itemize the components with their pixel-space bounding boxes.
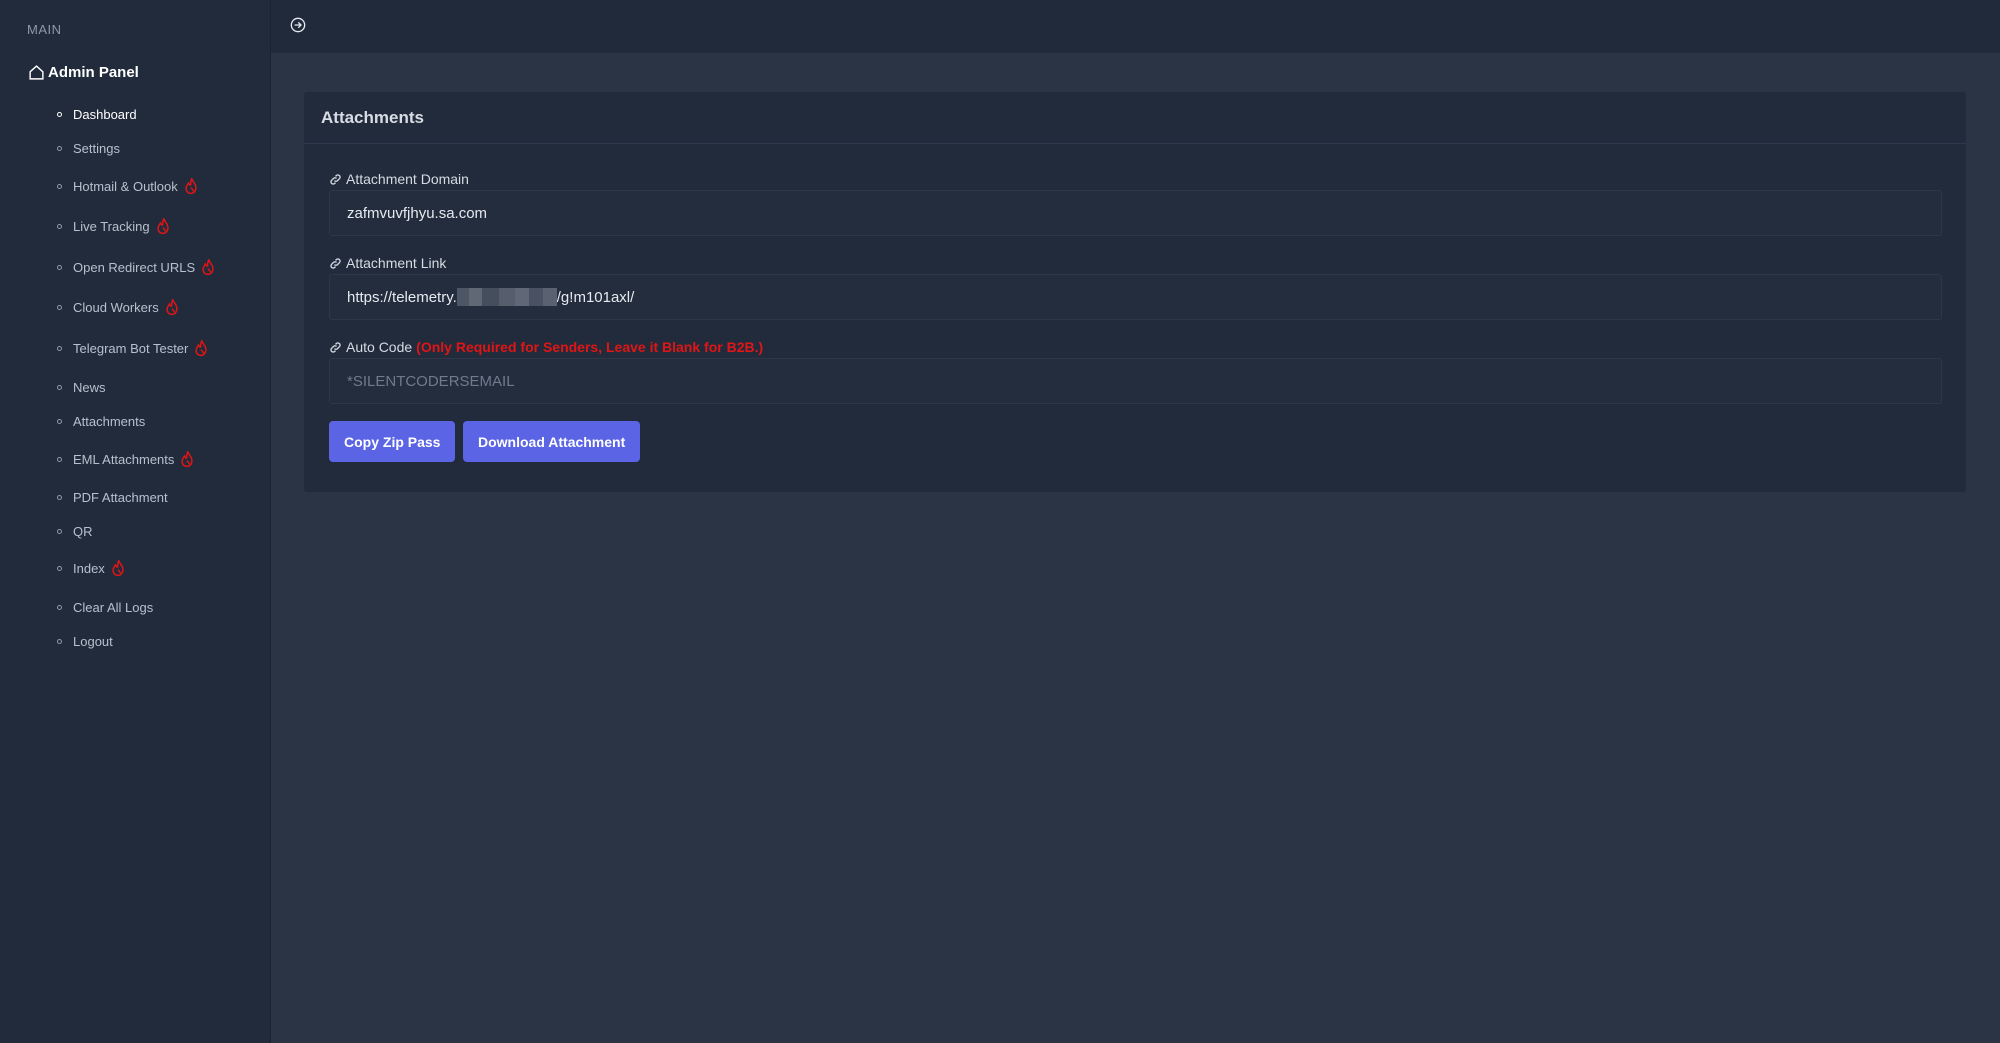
bullet-icon — [57, 304, 62, 310]
sidebar-item-label: Open Redirect URLS — [73, 259, 196, 275]
sidebar-item-index[interactable]: Index — [57, 558, 127, 578]
bullet-icon — [57, 456, 62, 462]
bullet-icon — [57, 264, 62, 270]
fire-icon — [202, 258, 214, 276]
attachment-link-field[interactable]: https://telemetry. /g!m101axl/ — [329, 274, 1942, 320]
auto-code-label: Auto Code (Only Required for Senders, Le… — [329, 339, 763, 355]
fire-icon — [112, 559, 124, 577]
sidebar-item-open-redirect-urls[interactable]: Open Redirect URLS — [57, 257, 217, 277]
link-icon — [330, 173, 341, 185]
sidebar-item-cloud-workers[interactable]: Cloud Workers — [57, 297, 181, 317]
topbar — [271, 0, 2000, 53]
bullet-icon — [57, 384, 62, 390]
sidebar-item-clear-all-logs[interactable]: Clear All Logs — [57, 597, 153, 617]
attachment-link-label: Attachment Link — [329, 255, 446, 271]
attachment-link-label-text: Attachment Link — [346, 255, 447, 271]
bullet-icon — [57, 418, 62, 424]
bullet-icon — [57, 145, 62, 151]
sidebar-item-logout[interactable]: Logout — [57, 631, 113, 651]
sidebar-item-label: Attachments — [73, 413, 146, 429]
sidebar-item-news[interactable]: News — [57, 377, 106, 397]
sidebar-item-live-tracking[interactable]: Live Tracking — [57, 216, 172, 236]
sidebar-item-label: Hotmail & Outlook — [73, 178, 178, 194]
auto-code-input[interactable] — [329, 358, 1942, 404]
link-icon — [330, 341, 341, 353]
fire-icon — [166, 298, 178, 316]
bullet-icon — [57, 565, 62, 571]
bullet-icon — [57, 638, 62, 644]
attachment-link-suffix: /g!m101axl/ — [556, 288, 635, 306]
sidebar: MAIN Admin Panel Dashboard Settings Hotmai… — [0, 0, 271, 1043]
auto-code-note: (Only Required for Senders, Leave it Bla… — [416, 339, 764, 355]
sidebar-item-label: Live Tracking — [73, 218, 150, 234]
attachments-card: Attachments Attachment Domain zafmvuvfjh… — [304, 92, 1966, 492]
fire-icon — [185, 177, 197, 195]
sidebar-item-label: Clear All Logs — [73, 599, 154, 615]
sidebar-item-label: QR — [73, 523, 93, 539]
sidebar-item-qr[interactable]: QR — [57, 521, 93, 541]
attachment-domain-label-text: Attachment Domain — [346, 171, 469, 187]
fire-icon — [181, 450, 194, 468]
bullet-icon — [57, 183, 62, 189]
sidebar-item-telegram-bot-tester[interactable]: Telegram Bot Tester — [57, 338, 210, 358]
sidebar-item-label: EML Attachments — [73, 451, 175, 467]
bullet-icon — [57, 223, 62, 229]
auto-code-label-text: Auto Code — [346, 339, 413, 355]
sidebar-item-label: Settings — [73, 140, 120, 156]
card-title: Attachments — [304, 92, 1966, 144]
home-icon — [29, 65, 44, 80]
sidebar-item-label: PDF Attachment — [73, 489, 168, 505]
bullet-icon — [57, 528, 62, 534]
sidebar-item-eml-attachments[interactable]: EML Attachments — [57, 449, 196, 469]
sidebar-item-dashboard[interactable]: Dashboard — [57, 104, 137, 124]
fire-icon — [195, 339, 208, 357]
bullet-icon — [57, 494, 62, 500]
sidebar-item-label: Index — [73, 560, 105, 576]
link-icon — [330, 257, 341, 269]
attachment-domain-field[interactable]: zafmvuvfjhyu.sa.com — [329, 190, 1942, 236]
admin-panel-label: Admin Panel — [48, 64, 139, 81]
attachment-domain-label: Attachment Domain — [329, 171, 469, 187]
arrow-circle-right-icon[interactable] — [290, 17, 306, 33]
attachment-domain-value: zafmvuvfjhyu.sa.com — [347, 204, 488, 222]
sidebar-item-pdf-attachment[interactable]: PDF Attachment — [57, 487, 168, 507]
bullet-icon — [57, 604, 62, 610]
admin-panel-link[interactable]: Admin Panel — [28, 64, 139, 81]
sidebar-section-label: MAIN — [27, 22, 62, 37]
bullet-icon — [57, 111, 62, 117]
sidebar-item-label: News — [73, 379, 106, 395]
attachment-link-prefix: https://telemetry. — [347, 288, 457, 306]
sidebar-item-label: Logout — [73, 633, 113, 649]
copy-zip-pass-button[interactable]: Copy Zip Pass — [329, 421, 456, 462]
sidebar-item-hotmail-outlook[interactable]: Hotmail & Outlook — [57, 176, 200, 196]
sidebar-item-label: Telegram Bot Tester — [73, 340, 189, 356]
sidebar-item-label: Cloud Workers — [73, 299, 159, 315]
sidebar-item-settings[interactable]: Settings — [57, 138, 120, 158]
download-attachment-button[interactable]: Download Attachment — [463, 421, 641, 462]
bullet-icon — [57, 345, 62, 351]
sidebar-item-label: Dashboard — [73, 106, 137, 122]
sidebar-item-attachments[interactable]: Attachments — [57, 411, 145, 431]
fire-icon — [156, 217, 169, 235]
redacted-block — [456, 288, 557, 306]
